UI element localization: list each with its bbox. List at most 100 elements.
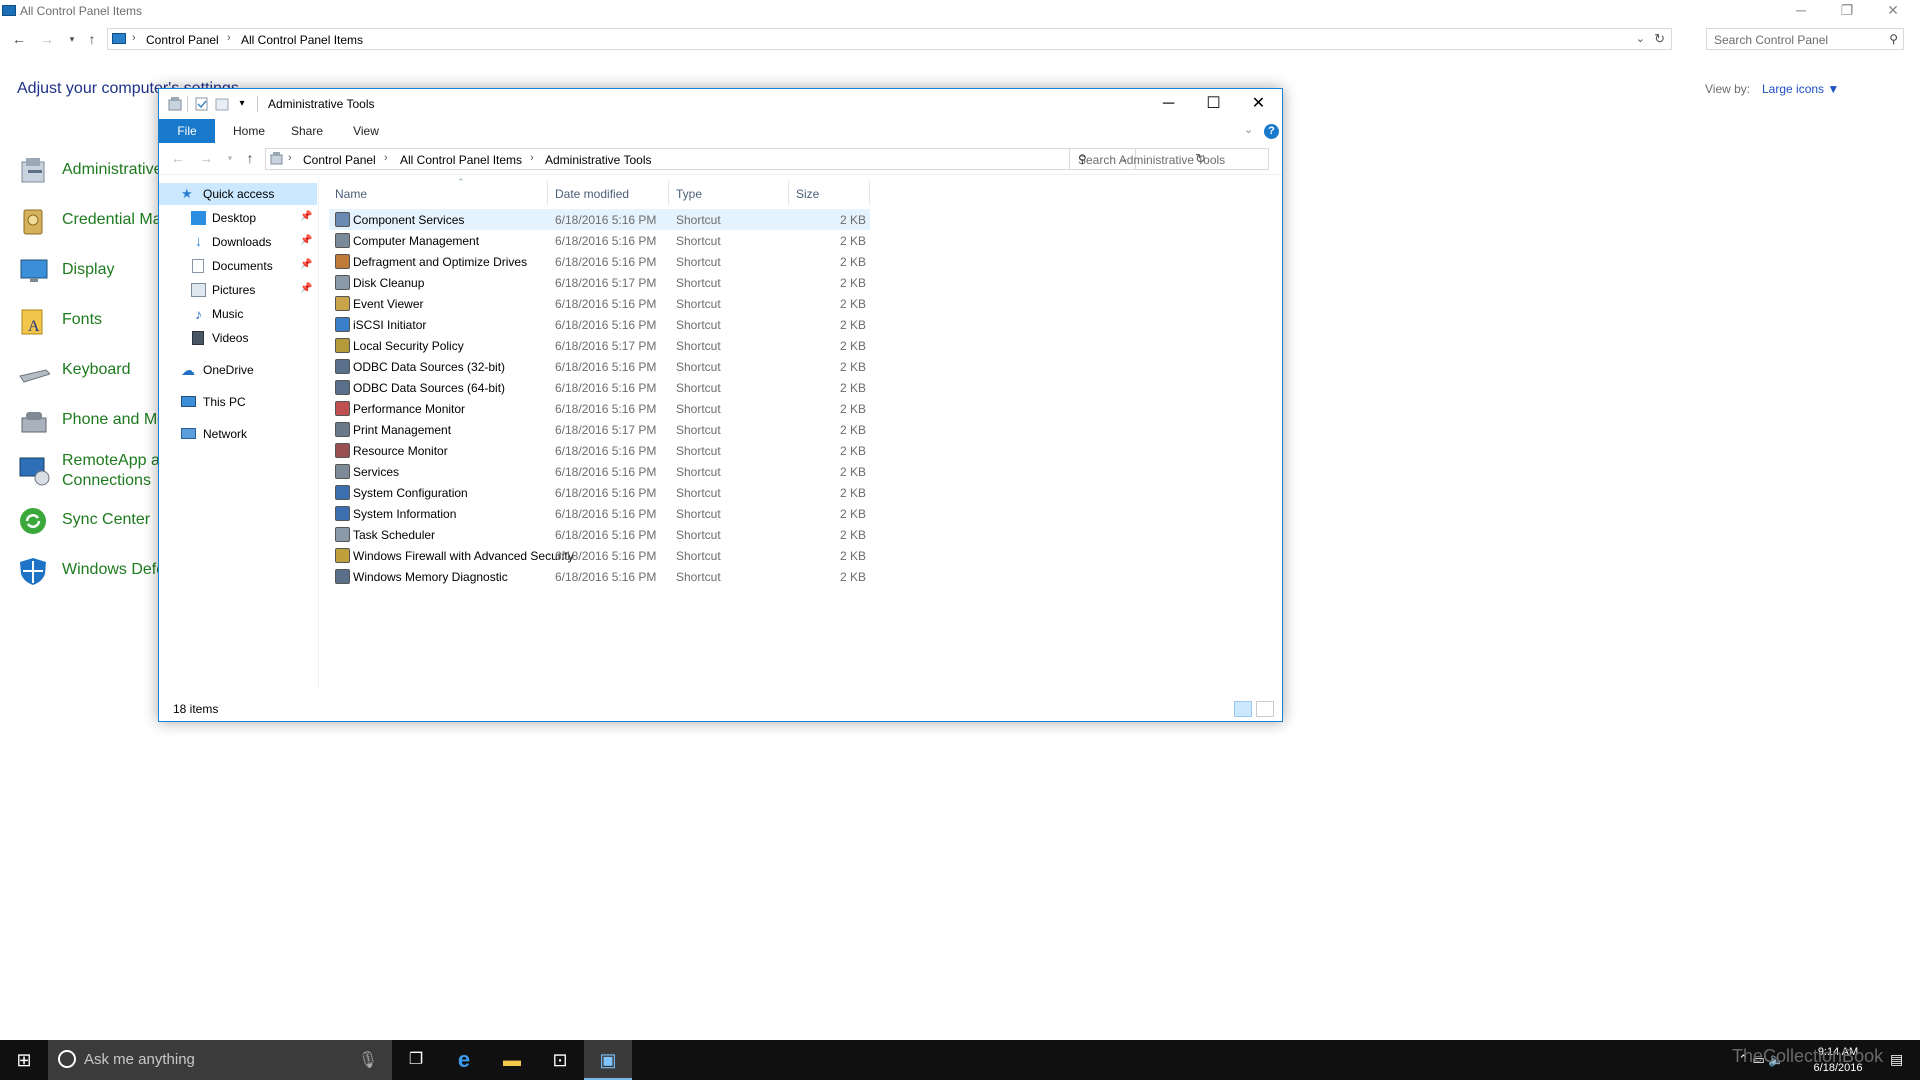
tab-view[interactable]: View xyxy=(337,119,395,143)
task-view-icon[interactable]: ❐ xyxy=(392,1040,440,1080)
column-size[interactable]: Size xyxy=(796,187,819,201)
breadcrumb-administrative-tools[interactable]: Administrative Tools xyxy=(545,153,652,167)
cp-item-label: Credential Ma xyxy=(62,211,162,228)
divider xyxy=(257,96,258,112)
action-center-icon[interactable]: ▤ xyxy=(1890,1051,1903,1068)
table-row[interactable]: System Configuration 6/18/2016 5:16 PM Sho… xyxy=(329,482,870,503)
column-type[interactable]: Type xyxy=(676,187,702,201)
nav-item-music[interactable]: ♪ Music xyxy=(159,303,317,325)
expand-ribbon-icon[interactable]: ⌄ xyxy=(1244,123,1253,136)
nav-item-network[interactable]: Network xyxy=(159,423,317,445)
new-folder-icon[interactable] xyxy=(214,96,230,112)
table-row[interactable]: Event Viewer 6/18/2016 5:16 PM Shortcut 2 K… xyxy=(329,293,870,314)
restore-icon[interactable]: ❐ xyxy=(1824,0,1870,22)
address-bar[interactable]: › Control Panel › All Control Panel Item… xyxy=(265,148,1136,170)
file-size: 2 KB xyxy=(839,360,866,374)
table-row[interactable]: Defragment and Optimize Drives 6/18/2016 … xyxy=(329,251,870,272)
close-icon[interactable]: ✕ xyxy=(1236,89,1281,119)
table-row[interactable]: Computer Management 6/18/2016 5:16 PM Shor… xyxy=(329,230,870,251)
file-name: System Information xyxy=(353,507,457,521)
nav-item-pictures[interactable]: Pictures 📌 xyxy=(159,279,317,301)
help-icon[interactable]: ? xyxy=(1264,124,1279,139)
control-panel-taskbar-icon[interactable]: ▣ xyxy=(584,1040,632,1080)
recent-locations-icon[interactable]: ▾ xyxy=(221,149,239,167)
table-row[interactable]: Task Scheduler 6/18/2016 5:16 PM Shortcut 2… xyxy=(329,524,870,545)
pin-icon[interactable]: 📌 xyxy=(300,211,312,222)
search-icon: ⚲ xyxy=(1889,32,1898,46)
search-input[interactable]: Search Administrative Tools ⚲ xyxy=(1069,148,1269,170)
control-panel-search-input[interactable]: Search Control Panel ⚲ xyxy=(1706,28,1904,50)
file-date-modified: 6/18/2016 5:16 PM xyxy=(555,570,657,584)
maximize-icon[interactable]: ☐ xyxy=(1191,89,1236,119)
column-divider[interactable] xyxy=(869,181,870,205)
nav-item-documents[interactable]: Documents 📌 xyxy=(159,255,317,277)
breadcrumb-all-items[interactable]: All Control Panel Items xyxy=(241,33,363,47)
minimize-icon[interactable]: ─ xyxy=(1778,0,1824,22)
forward-icon[interactable]: → xyxy=(197,149,215,167)
table-row[interactable]: Performance Monitor 6/18/2016 5:16 PM Shor… xyxy=(329,398,870,419)
breadcrumb-control-panel[interactable]: Control Panel xyxy=(303,153,376,167)
tab-share[interactable]: Share xyxy=(277,119,337,143)
table-row[interactable]: Disk Cleanup 6/18/2016 5:17 PM Shortcut 2 K… xyxy=(329,272,870,293)
nav-item-quick-access[interactable]: ★ Quick access xyxy=(159,183,317,205)
tab-file[interactable]: File xyxy=(159,119,215,143)
nav-item-label: Documents xyxy=(212,259,273,273)
pin-icon[interactable]: 📌 xyxy=(300,283,312,294)
breadcrumb-all-items[interactable]: All Control Panel Items xyxy=(400,153,522,167)
nav-item-this-pc[interactable]: This PC xyxy=(159,391,317,413)
cortana-search-box[interactable]: Ask me anything 🎙 xyxy=(48,1040,392,1080)
store-icon[interactable]: ⊡ xyxy=(536,1040,584,1080)
nav-item-downloads[interactable]: ↓ Downloads 📌 xyxy=(159,231,317,253)
file-date-modified: 6/18/2016 5:16 PM xyxy=(555,234,657,248)
nav-item-videos[interactable]: Videos xyxy=(159,327,317,349)
table-row[interactable]: Resource Monitor 6/18/2016 5:16 PM Shortcu… xyxy=(329,440,870,461)
file-explorer-icon[interactable]: ▬ xyxy=(488,1040,536,1080)
back-icon[interactable]: ← xyxy=(10,30,28,48)
table-row[interactable]: Local Security Policy 6/18/2016 5:17 PM Sh… xyxy=(329,335,870,356)
table-row[interactable]: iSCSI Initiator 6/18/2016 5:16 PM Shortcut… xyxy=(329,314,870,335)
column-divider[interactable] xyxy=(547,181,548,205)
file-name: Event Viewer xyxy=(353,297,424,311)
minimize-icon[interactable]: ─ xyxy=(1146,89,1191,119)
properties-icon[interactable] xyxy=(194,96,210,112)
table-row[interactable]: Component Services 6/18/2016 5:16 PM Short… xyxy=(329,209,870,230)
table-row[interactable]: Windows Memory Diagnostic 6/18/2016 5:16 … xyxy=(329,566,870,587)
column-date-modified[interactable]: Date modified xyxy=(555,187,629,201)
start-windows-icon[interactable]: ⊞ xyxy=(0,1040,48,1080)
close-icon[interactable]: ✕ xyxy=(1870,0,1916,22)
microphone-icon[interactable]: 🎙 xyxy=(358,1050,378,1070)
large-icons-view-icon[interactable] xyxy=(1256,701,1274,717)
details-view-icon[interactable] xyxy=(1234,701,1252,717)
column-divider[interactable] xyxy=(668,181,669,205)
table-row[interactable]: Print Management 6/18/2016 5:17 PM Shortcu… xyxy=(329,419,870,440)
nav-item-onedrive[interactable]: ☁ OneDrive xyxy=(159,359,317,381)
column-name[interactable]: Name xyxy=(335,187,367,201)
pin-icon[interactable]: 📌 xyxy=(300,259,312,270)
pin-icon[interactable]: 📌 xyxy=(300,235,312,246)
breadcrumb-control-panel[interactable]: Control Panel xyxy=(146,33,219,47)
tab-home[interactable]: Home xyxy=(221,119,277,143)
control-panel-address-bar[interactable]: › Control Panel › All Control Panel Item… xyxy=(107,28,1672,50)
up-icon[interactable]: ↑ xyxy=(83,30,101,48)
table-row[interactable]: ODBC Data Sources (64-bit) 6/18/2016 5:16… xyxy=(329,377,870,398)
forward-icon[interactable]: → xyxy=(38,30,56,48)
view-by-dropdown[interactable]: Large icons ▼ xyxy=(1762,82,1839,96)
file-size: 2 KB xyxy=(839,423,866,437)
column-divider[interactable] xyxy=(788,181,789,205)
chevron-down-icon[interactable]: ⌄ xyxy=(1636,32,1645,45)
customize-toolbar-icon[interactable]: ▾ xyxy=(234,96,250,112)
edge-browser-icon[interactable]: e xyxy=(440,1040,488,1080)
nav-item-label: Quick access xyxy=(203,187,275,201)
back-icon[interactable]: ← xyxy=(169,149,187,167)
table-row[interactable]: Services 6/18/2016 5:16 PM Shortcut 2 KB xyxy=(329,461,870,482)
nav-item-desktop[interactable]: Desktop 📌 xyxy=(159,207,317,229)
shortcut-icon xyxy=(335,359,350,374)
file-size: 2 KB xyxy=(839,255,866,269)
table-row[interactable]: Windows Firewall with Advanced Security 6… xyxy=(329,545,870,566)
file-type: Shortcut xyxy=(676,570,721,584)
recent-locations-icon[interactable]: ▾ xyxy=(63,30,81,48)
table-row[interactable]: System Information 6/18/2016 5:16 PM Short… xyxy=(329,503,870,524)
table-row[interactable]: ODBC Data Sources (32-bit) 6/18/2016 5:16… xyxy=(329,356,870,377)
up-icon[interactable]: ↑ xyxy=(241,149,259,167)
refresh-icon[interactable]: ↻ xyxy=(1654,31,1665,47)
